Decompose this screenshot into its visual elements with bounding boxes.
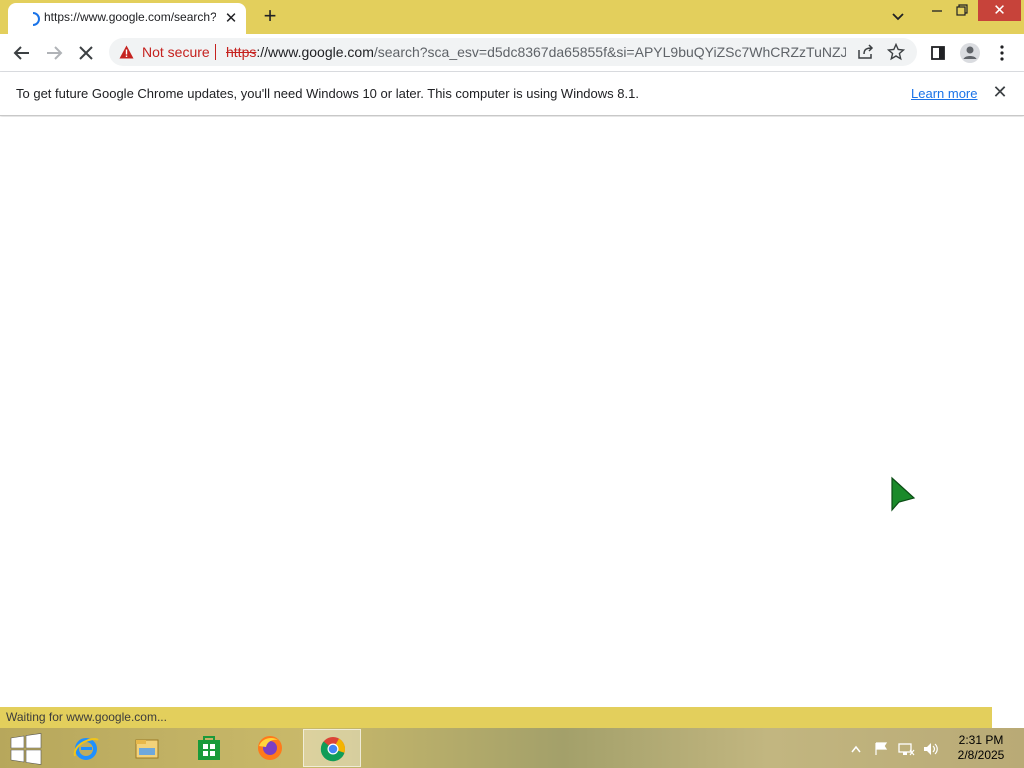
taskbar-store[interactable] [180,729,238,767]
windows-store-icon [198,736,220,760]
taskbar-clock[interactable]: 2:31 PM 2/8/2025 [948,733,1014,763]
title-bar: https://www.google.com/search?sca_esv=d5… [0,0,1024,34]
action-center-flag-icon[interactable] [874,742,890,756]
status-bubble: Waiting for www.google.com... [0,707,992,728]
restore-icon[interactable] [947,0,977,22]
taskbar-internet-explorer[interactable] [57,729,115,767]
tab-close-icon[interactable]: ✕ [221,9,241,29]
clock-date: 2/8/2025 [957,748,1005,762]
windows-taskbar [0,728,1024,768]
start-windows-icon[interactable] [6,732,46,766]
loading-spinner-icon [32,12,40,26]
url-path: /search?sca_esv=d5dc8367da65855f&si=APYL… [373,44,846,60]
internet-explorer-icon [73,738,99,760]
tab-title: https://www.google.com/search?sca_esv=d5… [44,10,216,24]
volume-icon[interactable] [922,742,940,756]
side-panel-icon[interactable] [924,39,952,67]
new-tab-button[interactable]: + [258,5,282,29]
url-text[interactable]: https://www.google.com/search?sca_esv=d5… [226,44,846,60]
stop-loading-icon[interactable] [72,39,100,67]
omnibox-separator [215,44,216,60]
security-status-label[interactable]: Not secure [142,44,210,60]
url-scheme: https [226,44,257,60]
network-icon[interactable] [897,742,915,756]
back-arrow-icon[interactable] [8,39,36,67]
update-infobar: To get future Google Chrome updates, you… [0,72,1024,116]
browser-tab[interactable]: https://www.google.com/search?sca_esv=d5… [8,3,246,34]
share-icon[interactable] [857,44,875,60]
show-hidden-icons-icon[interactable] [850,742,862,756]
status-text: Waiting for www.google.com... [6,710,167,724]
tab-search-chevron-icon[interactable] [886,6,910,28]
file-explorer-icon [135,739,159,759]
url-host: ://www.google.com [256,44,374,60]
infobar-close-icon[interactable]: ✕ [990,82,1010,102]
firefox-icon [258,736,282,760]
learn-more-link[interactable]: Learn more [911,86,977,101]
browser-toolbar: Not secure https://www.google.com/search… [0,34,1024,72]
taskbar-chrome[interactable] [303,729,361,767]
page-content [0,117,1024,707]
forward-arrow-icon[interactable] [40,39,68,67]
chrome-icon [320,737,345,762]
profile-avatar-icon[interactable] [956,39,984,67]
mouse-cursor-icon [891,476,916,512]
bookmark-star-icon[interactable] [887,43,905,61]
taskbar-file-explorer[interactable] [118,729,176,767]
address-bar[interactable]: Not secure https://www.google.com/search… [109,38,917,66]
menu-kebab-icon[interactable] [988,39,1016,67]
clock-time: 2:31 PM [958,733,1004,747]
infobar-message: To get future Google Chrome updates, you… [16,86,639,101]
taskbar-firefox[interactable] [241,729,299,767]
warning-triangle-icon[interactable] [119,45,134,59]
window-close-button[interactable]: ✕ [978,0,1021,21]
